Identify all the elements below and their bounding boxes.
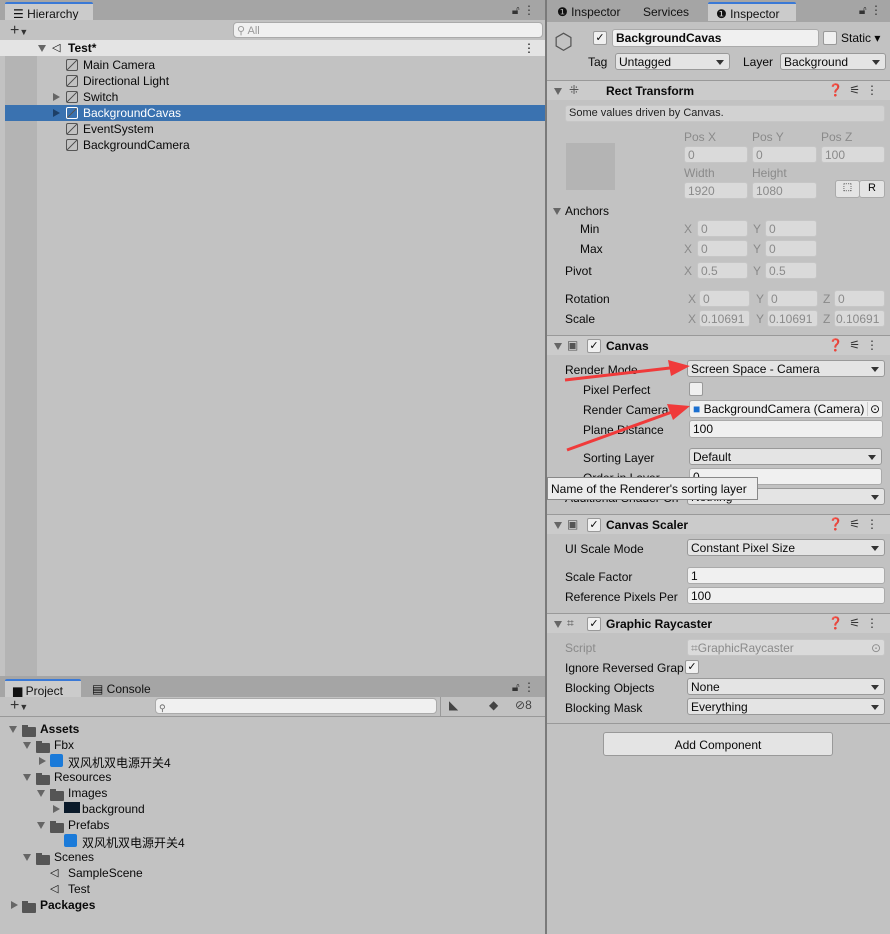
annotation-arrows [564, 360, 690, 452]
arrow-render-camera [566, 410, 673, 452]
arrow-head [668, 360, 690, 376]
arrow-render-mode [564, 366, 671, 382]
arrow-head [667, 404, 690, 420]
